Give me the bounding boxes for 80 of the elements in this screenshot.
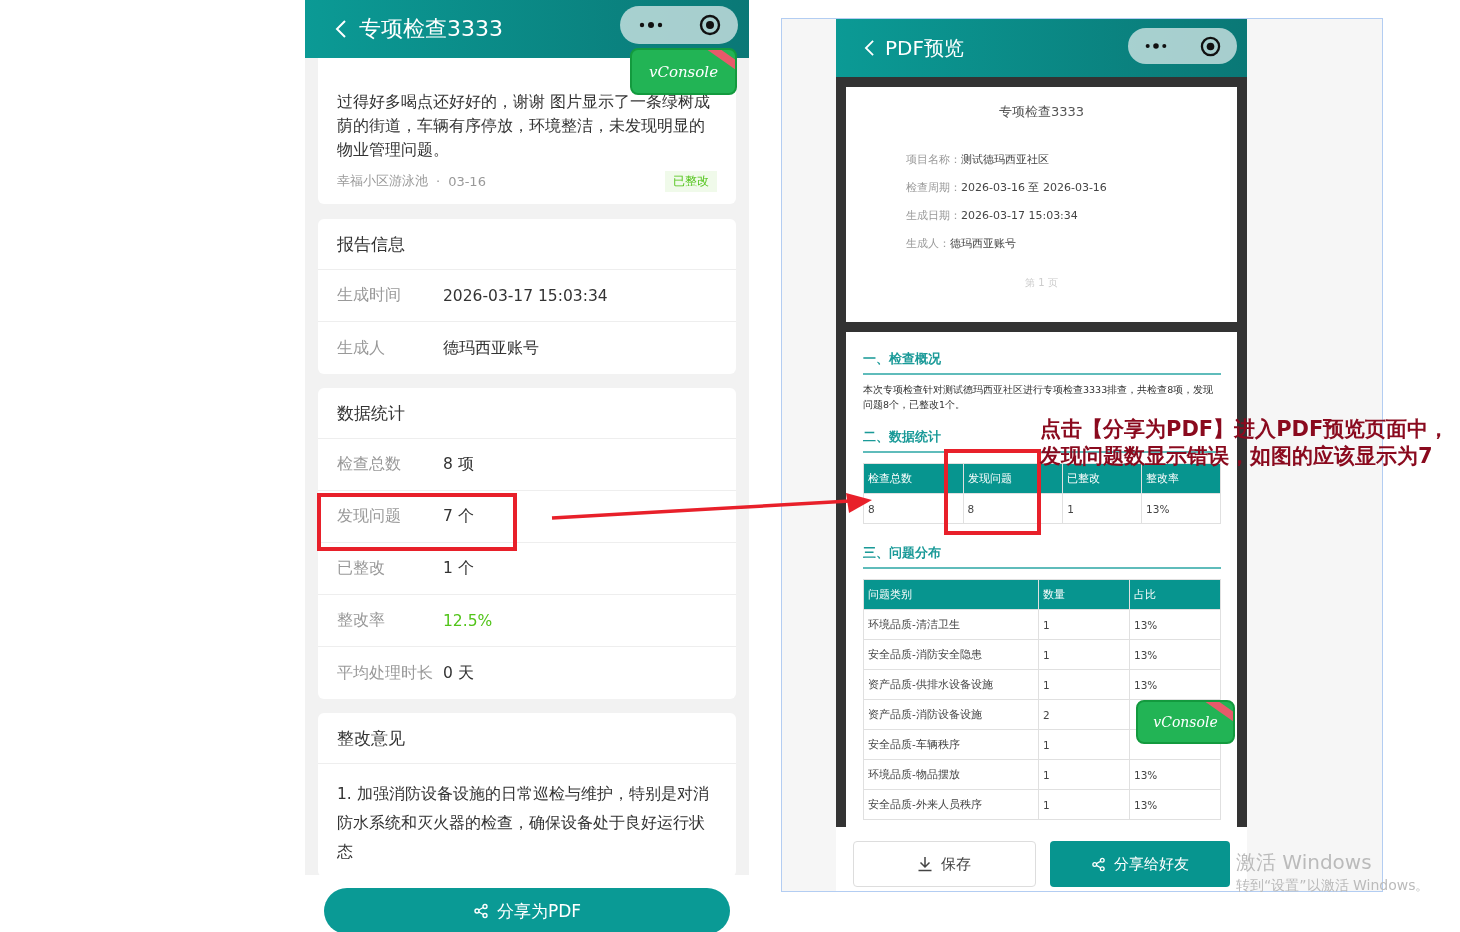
summary-text: 本次专项检查针对测试德玛西亚社区进行专项检查3333排查，共检查8项，发现问题8个，已整改1个。	[863, 383, 1215, 412]
field-label: 项目名称：	[906, 153, 961, 166]
field-label: 生成时间	[337, 285, 402, 306]
share-icon	[1090, 856, 1106, 872]
table-cell: 安全品质-车辆秩序	[863, 729, 1039, 760]
table-cell: 13%	[1129, 789, 1221, 820]
table-cell: 1	[1062, 493, 1142, 524]
section-heading: 一、检查概况	[863, 348, 1221, 375]
stat-value: 7 个	[443, 506, 474, 527]
card-title: 报告信息	[318, 219, 736, 270]
table-cell: 资产品质-供排水设备设施	[863, 669, 1039, 700]
column-header: 占比	[1129, 579, 1221, 610]
field-label: 检查周期：	[906, 181, 961, 194]
column-header: 数量	[1038, 579, 1130, 610]
issue-date: 03-16	[448, 173, 486, 189]
table-cell: 1	[1038, 639, 1130, 670]
capsule-menu[interactable]	[620, 6, 738, 44]
table-cell: 安全品质-外来人员秩序	[863, 789, 1039, 820]
issue-description: 过得好多喝点还好好的，谢谢 图片显示了一条绿树成荫的街道，车辆有序停放，环境整洁，未发现明显的物业管理问题。	[337, 92, 711, 161]
table-cell: 1	[1038, 609, 1130, 640]
separator-dot: ·	[435, 173, 442, 189]
save-button[interactable]: 保存	[853, 841, 1036, 887]
activation-notice: 激活 Windows	[1236, 849, 1373, 875]
more-icon[interactable]	[637, 21, 664, 29]
table-cell: 1	[1038, 759, 1130, 790]
field-value: 德玛西亚账号	[950, 237, 1016, 250]
share-icon	[472, 903, 489, 919]
table-cell: 安全品质-消防安全隐患	[863, 639, 1039, 670]
stat-label: 发现问题	[337, 506, 402, 527]
column-header: 问题类别	[863, 579, 1039, 610]
stat-label: 平均处理时长	[337, 662, 434, 684]
section-heading: 三、问题分布	[863, 542, 1221, 569]
share-friend-button[interactable]: 分享给好友	[1049, 841, 1230, 887]
field-label: 生成人	[337, 337, 386, 359]
card-title: 整改意见	[318, 713, 736, 764]
vconsole-button[interactable]: vConsole	[1136, 700, 1235, 744]
field-value: 测试德玛西亚社区	[961, 153, 1049, 166]
back-icon[interactable]	[864, 39, 875, 57]
table-cell: 1	[1038, 669, 1130, 700]
more-icon[interactable]	[1144, 42, 1168, 50]
stat-label: 整改率	[337, 610, 386, 631]
back-icon[interactable]	[335, 19, 347, 39]
field-label: 生成人：	[906, 237, 950, 250]
stat-value: 1 个	[443, 558, 474, 579]
opinion-text: 1. 加强消防设备设施的日常巡检与维护，特别是对消防水系统和灭火器的检查，确保设备处于良好运行状态	[336, 784, 710, 863]
table-cell: 1	[1038, 789, 1130, 820]
stat-value: 8 项	[443, 454, 474, 475]
share-pdf-button[interactable]: 分享为PDF	[324, 888, 730, 932]
page-title: 专项检查3333	[359, 15, 503, 43]
stat-label: 检查总数	[337, 454, 402, 475]
issue-location: 幸福小区游泳池	[337, 172, 428, 190]
download-icon	[917, 856, 934, 872]
field-value: 2026-03-16 至 2026-03-16	[961, 181, 1107, 194]
field-value: 2026-03-17 15:03:34	[443, 286, 608, 305]
card-title: 数据统计	[318, 388, 736, 439]
column-header: 检查总数	[863, 463, 964, 494]
stat-value: 0 天	[443, 662, 474, 684]
table-cell: 2	[1038, 699, 1130, 730]
table-cell: 1	[1038, 729, 1130, 760]
table-cell: 13%	[1129, 639, 1221, 670]
stat-label: 已整改	[337, 558, 386, 579]
field-value: 德玛西亚账号	[443, 337, 539, 359]
status-tag: 已整改	[665, 170, 717, 192]
capsule-menu[interactable]	[1128, 28, 1237, 64]
table-cell: 环境品质-清洁卫生	[863, 609, 1039, 640]
table-cell: 资产品质-消防设备设施	[863, 699, 1039, 730]
close-target-icon[interactable]	[698, 14, 721, 36]
stat-value: 12.5%	[443, 611, 493, 630]
field-value: 2026-03-17 15:03:34	[961, 209, 1078, 222]
report-subtitle: 专项检查3333	[997, 103, 1086, 121]
vconsole-button[interactable]: vConsole	[630, 48, 737, 95]
close-target-icon[interactable]	[1200, 35, 1221, 57]
table-cell: 13%	[1129, 669, 1221, 700]
table-cell: 13%	[1129, 609, 1221, 640]
table-cell: 13%	[1129, 759, 1221, 790]
table-cell: 8	[963, 493, 1063, 524]
table-cell: 13%	[1141, 493, 1221, 524]
table-cell: 环境品质-物品摆放	[863, 759, 1039, 790]
page-title: PDF预览	[885, 34, 964, 62]
field-label: 生成日期：	[906, 209, 961, 222]
